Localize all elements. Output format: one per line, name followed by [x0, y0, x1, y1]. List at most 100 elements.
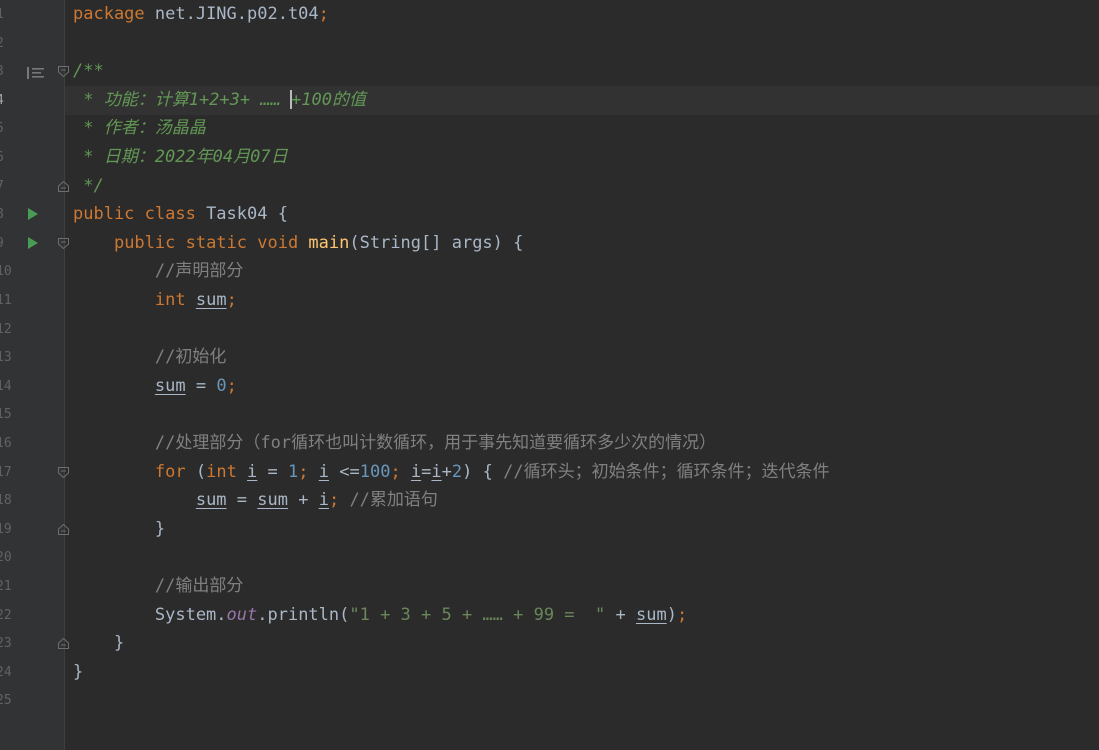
code-token: =	[226, 490, 258, 511]
code-token: i	[410, 461, 422, 482]
code-token: package	[73, 4, 155, 24]
line-number: 23	[0, 636, 12, 652]
code-line: System.out.println("1 + 3 + 5 + …… + 99 …	[73, 601, 687, 630]
line-number: 14	[0, 378, 12, 394]
line-number: 12	[0, 321, 12, 337]
fold-marker-icon[interactable]	[58, 237, 69, 249]
code-line: //初始化	[73, 343, 226, 372]
run-method-icon[interactable]	[28, 237, 38, 249]
code-token: System.	[73, 604, 227, 625]
code-token: main	[308, 232, 350, 253]
code-token: }	[73, 661, 84, 682]
code-line: int sum;	[73, 286, 237, 315]
fold-marker-icon[interactable]	[58, 180, 69, 192]
line-number: 1	[0, 0, 14, 29]
line-number: 20	[0, 550, 12, 566]
code-token: (	[195, 461, 207, 482]
code-token: +	[605, 604, 636, 625]
code-token: int	[206, 461, 248, 482]
line-number: 21	[0, 579, 12, 594]
code-token: ) {	[462, 461, 504, 482]
line-number: 10	[0, 264, 12, 280]
code-token: /**	[73, 61, 104, 82]
fold-marker-icon[interactable]	[58, 66, 69, 78]
code-token: +	[287, 490, 319, 511]
code-token: int	[154, 290, 196, 310]
fold-marker-icon[interactable]	[58, 523, 69, 535]
code-line: //处理部分（for循环也叫计数循环，用于事先知道要循环多少次的情况）	[73, 429, 716, 458]
code-token: 0	[216, 375, 227, 396]
code-line: for (int i = 1; i <=100; i=i+2) { //循环头；…	[73, 458, 830, 487]
line-number: 16	[0, 436, 12, 451]
line-number: 13	[0, 350, 12, 366]
line-number: 8	[0, 200, 14, 229]
code-token: //声明部分	[154, 261, 244, 282]
code-token: +	[441, 461, 452, 482]
code-token: ;	[226, 375, 237, 396]
code-token: //输出部分	[154, 576, 244, 596]
code-token: sum	[635, 604, 667, 625]
code-token: i	[247, 461, 258, 482]
line-number: 2	[0, 29, 14, 58]
code-token: * 功能：计算1+2+3+ ……	[73, 89, 292, 110]
fold-marker-icon[interactable]	[58, 466, 69, 478]
code-line: */	[73, 172, 104, 201]
code-token: public static void	[113, 232, 309, 253]
code-line: //输出部分	[73, 572, 243, 601]
code-line: }	[73, 629, 124, 658]
code-token: //累加语句	[349, 490, 438, 511]
code-token: i	[318, 490, 329, 511]
code-line: //声明部分	[73, 257, 243, 286]
code-token: ;	[298, 461, 319, 482]
code-token: //初始化	[154, 347, 227, 368]
code-token: //处理部分（for循环也叫计数循环，用于事先知道要循环多少次的情况）	[154, 433, 717, 453]
code-token: sum	[257, 490, 288, 511]
line-number: 22	[0, 607, 12, 623]
code-line: /**	[73, 57, 104, 86]
code-line: }	[73, 658, 83, 687]
code-line: sum = sum + i; //累加语句	[73, 486, 438, 515]
code-token: * 日期：2022年04月07日	[73, 147, 288, 167]
code-line: * 作者：汤晶晶	[73, 114, 206, 143]
code-token: }	[73, 633, 125, 654]
line-number: 19	[0, 521, 12, 537]
code-token: ;	[328, 490, 350, 511]
line-number: 11	[0, 293, 12, 308]
line-number: 17	[0, 464, 12, 480]
rendered-doc-toggle-icon[interactable]	[27, 65, 45, 79]
code-token: 2	[451, 461, 463, 482]
code-token: )	[666, 604, 677, 625]
code-token: ;	[390, 461, 411, 482]
code-token: //循环头；初始条件；循环条件；迭代条件	[503, 461, 830, 482]
code-token: out	[226, 604, 258, 625]
code-token: =	[421, 461, 432, 482]
code-line: * 功能：计算1+2+3+ …… +100的值	[73, 86, 366, 115]
line-number: 5	[0, 114, 14, 143]
fold-marker-icon[interactable]	[58, 638, 69, 650]
code-token: }	[73, 518, 166, 539]
code-token: 100	[359, 461, 391, 482]
line-number: 25	[0, 693, 12, 709]
run-class-icon[interactable]	[28, 208, 38, 220]
code-token: Task04 {	[206, 204, 288, 225]
code-token: */	[73, 175, 104, 196]
code-token: sum	[154, 375, 186, 396]
code-token: .println(	[257, 604, 350, 625]
code-line: public static void main(String[] args) {	[73, 229, 523, 258]
code-token: sum	[195, 290, 227, 310]
line-number: 9	[0, 229, 14, 258]
line-number: 4	[0, 86, 14, 115]
code-token: ;	[318, 4, 329, 24]
code-token: * 作者：汤晶晶	[73, 118, 206, 139]
line-number: 3	[0, 57, 14, 86]
code-line: package net.JING.p02.t04;	[73, 0, 329, 29]
code-line: public class Task04 {	[73, 200, 288, 229]
line-number: 18	[0, 493, 12, 509]
code-token: =	[185, 375, 217, 396]
